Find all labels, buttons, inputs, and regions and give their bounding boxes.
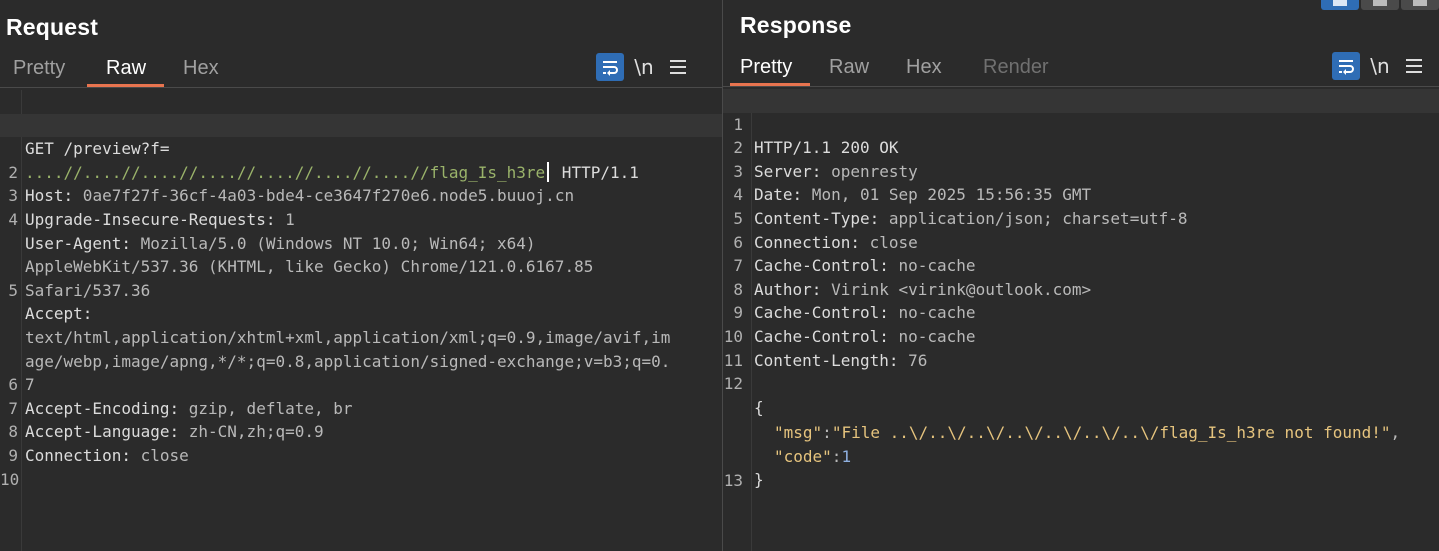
layout-side-by-side-button[interactable] bbox=[1321, 0, 1359, 10]
request-newline-toggle[interactable]: \n bbox=[624, 55, 664, 79]
response-menu-button[interactable] bbox=[1400, 52, 1428, 80]
code-line: "code":1 bbox=[723, 397, 1439, 466]
code-line: 6 Accept-Encoding: gzip, deflate, br bbox=[0, 350, 722, 418]
code-line: text/html,application/xhtml+xml,applicat… bbox=[0, 279, 722, 347]
response-tabs: Pretty Raw Hex Render bbox=[730, 51, 1064, 86]
code-line: 7 bbox=[0, 326, 722, 394]
code-line: 9 bbox=[0, 420, 722, 465]
response-tab-raw[interactable]: Raw bbox=[810, 51, 887, 86]
code-line: 6 Cache-Control: no-cache bbox=[723, 207, 1439, 276]
layout-top-bottom-button[interactable] bbox=[1361, 0, 1399, 10]
layout-tabs-button[interactable] bbox=[1401, 0, 1439, 10]
code-line: 2 Host: 0ae7f27f-36cf-4a03-bde4-ce3647f2… bbox=[0, 137, 722, 206]
code-line: 4 User-Agent: Mozilla/5.0 (Windows NT 10… bbox=[0, 184, 722, 253]
response-newline-toggle[interactable]: \n bbox=[1360, 54, 1400, 78]
request-tab-underline bbox=[0, 87, 722, 88]
response-editor[interactable]: 1 HTTP/1.1 200 OK 2 Server: openresty 3 … bbox=[723, 89, 1439, 551]
burp-repeater-view: Request Pretty Raw Hex \n GET /preview?f… bbox=[0, 0, 1439, 551]
code-line: 13 bbox=[723, 445, 1439, 490]
code-line: Safari/537.36 bbox=[0, 232, 722, 300]
layout-toggle-group bbox=[1321, 0, 1439, 10]
code-line: 9 Cache-Control: no-cache bbox=[723, 278, 1439, 346]
code-line: 10 Content-Length: 76 bbox=[723, 301, 1439, 370]
request-panel: Request Pretty Raw Hex \n GET /preview?f… bbox=[0, 0, 722, 551]
code-line: } bbox=[723, 421, 1439, 489]
code-line: 10 bbox=[0, 444, 722, 489]
request-toolbar: \n bbox=[596, 53, 692, 81]
code-line: AppleWebKit/537.36 (KHTML, like Gecko) C… bbox=[0, 208, 722, 276]
code-line: 5 Accept: bbox=[0, 255, 722, 324]
code-line: 8 Connection: close bbox=[0, 397, 722, 465]
code-line: 5 Connection: close bbox=[723, 183, 1439, 252]
line-number: 10 bbox=[0, 469, 20, 489]
request-tab-pretty[interactable]: Pretty bbox=[0, 52, 87, 87]
word-wrap-icon bbox=[1339, 60, 1354, 75]
code-line: 3 Date: Mon, 01 Sep 2025 15:56:35 GMT bbox=[723, 136, 1439, 205]
code-line: 11 bbox=[723, 325, 1439, 370]
response-tab-pretty[interactable]: Pretty bbox=[730, 51, 810, 86]
code-line-current: 1 HTTP/1.1 200 OK bbox=[723, 89, 1439, 157]
code-line: "msg":"File ..\/..\/..\/..\/..\/..\/..\/… bbox=[723, 374, 1439, 442]
hamburger-menu-icon bbox=[1406, 59, 1422, 73]
response-panel: Response Pretty Raw Hex Render \n 1 HTTP… bbox=[723, 0, 1439, 551]
line-number: 13 bbox=[723, 470, 743, 490]
code-line: 3 Upgrade-Insecure-Requests: 1 bbox=[0, 161, 722, 229]
request-editor[interactable]: 1 GET /preview?f= ....//....//....//....… bbox=[0, 90, 722, 551]
response-tab-hex[interactable]: Hex bbox=[887, 51, 964, 86]
code-line: 7 Accept-Language: zh-CN,zh;q=0.9 bbox=[0, 373, 722, 442]
code-line: 7 Author: Virink <virink@outlook.com> bbox=[723, 231, 1439, 299]
request-tabs: Pretty Raw Hex bbox=[0, 52, 238, 87]
code-line: 1 GET /preview?f= bbox=[0, 90, 722, 159]
response-title: Response bbox=[740, 12, 852, 38]
response-tab-underline bbox=[723, 86, 1439, 87]
code-line: 12 { bbox=[723, 349, 1439, 417]
layout-toggle-icon bbox=[1413, 0, 1427, 6]
code-line: 8 Cache-Control: no-cache bbox=[723, 254, 1439, 323]
response-word-wrap-button[interactable] bbox=[1332, 52, 1360, 80]
request-word-wrap-button[interactable] bbox=[596, 53, 624, 81]
request-menu-button[interactable] bbox=[664, 53, 692, 81]
layout-toggle-icon bbox=[1373, 0, 1387, 6]
request-tab-raw[interactable]: Raw bbox=[87, 52, 164, 87]
code-line-current: ....//....//....//....//....//....//....… bbox=[0, 113, 722, 182]
response-toolbar: \n bbox=[1332, 52, 1428, 80]
request-title: Request bbox=[6, 14, 99, 40]
word-wrap-icon bbox=[603, 61, 618, 76]
code-line: 4 Content-Type: application/json; charse… bbox=[723, 160, 1439, 228]
code-line: age/webp,image/apng,*/*;q=0.8,applicatio… bbox=[0, 302, 722, 371]
hamburger-menu-icon bbox=[670, 60, 686, 74]
response-tab-render[interactable]: Render bbox=[964, 51, 1064, 86]
code-line: 2 Server: openresty bbox=[723, 113, 1439, 181]
layout-toggle-icon bbox=[1333, 0, 1347, 6]
request-tab-hex[interactable]: Hex bbox=[164, 52, 238, 87]
